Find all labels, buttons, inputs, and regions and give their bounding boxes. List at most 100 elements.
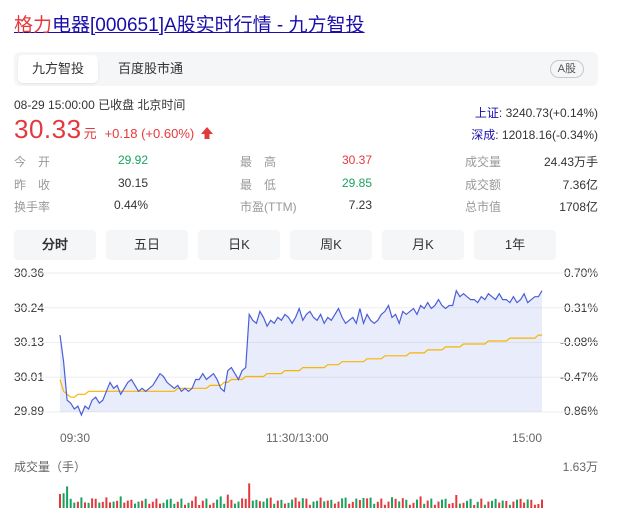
volume-bar (244, 498, 247, 508)
volume-bar (73, 502, 76, 508)
volume-bar (501, 500, 504, 508)
volume-bar (341, 498, 344, 508)
volume-bar (80, 497, 83, 508)
volume-bar (391, 497, 393, 508)
volume-bar (216, 499, 219, 508)
volume-bar (491, 500, 493, 508)
volume-bar (430, 498, 433, 508)
volume-bar (330, 499, 333, 508)
volume-bar (394, 498, 397, 508)
volume-bar (358, 500, 361, 508)
volume-bar (116, 500, 119, 508)
volume-bar (76, 501, 79, 508)
volume-bar (494, 498, 497, 508)
volume-bar (176, 501, 179, 508)
volume-bar (123, 502, 126, 508)
volume-bar (294, 497, 297, 508)
volume-bar (483, 504, 486, 508)
volume-bar (369, 497, 372, 508)
volume-bar (230, 499, 233, 508)
volume-bar (280, 499, 283, 508)
volume-bar (423, 503, 426, 508)
volume-bar (287, 502, 290, 508)
volume-bar (119, 496, 122, 508)
volume-bar (258, 501, 261, 508)
volume-bar (194, 496, 197, 508)
volume-bar (155, 498, 158, 508)
volume-bar (105, 497, 108, 508)
price-area (60, 290, 542, 415)
volume-bars (59, 483, 543, 508)
volume-bar (87, 502, 90, 508)
volume-bar (166, 499, 169, 508)
volume-bar (151, 501, 154, 508)
volume-bar (533, 504, 536, 508)
volume-bar (441, 499, 443, 508)
volume-bar (141, 500, 144, 508)
volume-bar (337, 501, 340, 508)
volume-bar (144, 498, 147, 508)
volume-bar (112, 501, 115, 508)
volume-bar (505, 501, 508, 508)
volume-bar (519, 498, 522, 508)
volume-bar (255, 499, 258, 508)
volume-bar (148, 503, 151, 508)
volume-bar (91, 498, 94, 508)
volume-bar (326, 500, 329, 508)
volume-bar (316, 500, 319, 508)
volume-bar (198, 505, 201, 508)
volume-bar (537, 504, 540, 508)
volume-bar (373, 503, 376, 508)
volume-bar (187, 502, 190, 508)
volume-bar (180, 498, 183, 508)
volume-bar (480, 498, 483, 508)
intraday-chart[interactable] (0, 0, 641, 522)
volume-bar (226, 494, 229, 508)
volume-bar (376, 501, 379, 508)
volume-bar (219, 496, 222, 508)
volume-bar (387, 501, 390, 508)
volume-bar (169, 498, 172, 508)
volume-bar (184, 504, 186, 508)
volume-bar (162, 502, 165, 508)
volume-bar (209, 504, 211, 508)
volume-bar (419, 496, 422, 508)
volume-bar (401, 498, 404, 508)
volume-bar (269, 497, 272, 508)
volume-bar (319, 497, 322, 508)
volume-bar (444, 498, 447, 508)
volume-bar (398, 501, 401, 508)
volume-bar (308, 504, 311, 508)
volume-bar (266, 498, 269, 508)
volume-bar (451, 503, 454, 508)
volume-bar (351, 501, 354, 508)
volume-bar (205, 498, 208, 508)
volume-bar (516, 499, 518, 508)
volume-bar (241, 498, 244, 508)
volume-bar (380, 498, 383, 508)
volume-bar (498, 502, 501, 508)
volume-bar (333, 503, 336, 508)
volume-bar (262, 501, 265, 508)
volume-bar (126, 500, 129, 508)
volume-bar (130, 499, 133, 508)
volume-bar (212, 502, 215, 508)
volume-bar (405, 499, 408, 508)
volume-bar (487, 501, 490, 508)
volume-bar (84, 502, 86, 508)
volume-bar (476, 501, 479, 508)
volume-bar (66, 486, 69, 508)
volume-bar (473, 505, 476, 508)
volume-bar (137, 501, 140, 508)
volume-bar (512, 501, 515, 508)
volume-bar (366, 498, 369, 508)
volume-bar (276, 500, 279, 508)
volume-bar (159, 503, 161, 508)
volume-bar (98, 502, 101, 508)
volume-bar (109, 502, 111, 508)
volume-bar (101, 501, 104, 508)
volume-bar (348, 503, 351, 508)
volume-bar (526, 499, 529, 508)
volume-bar (233, 503, 236, 508)
volume-bar (362, 498, 365, 508)
